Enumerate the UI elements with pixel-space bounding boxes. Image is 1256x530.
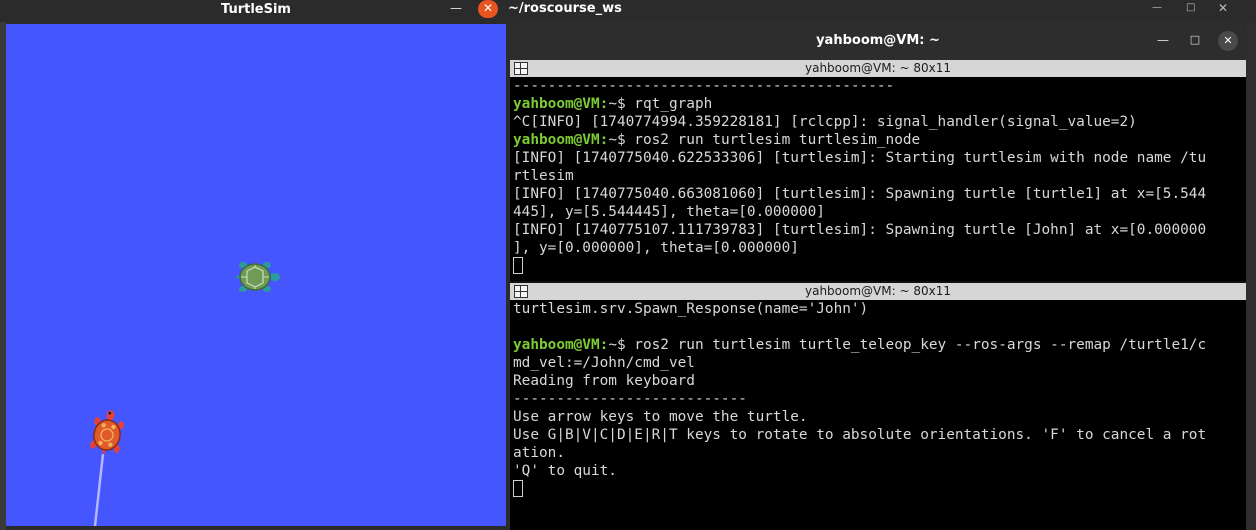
terminal-line: [INFO] [1740775040.663081060] [turtlesim…: [513, 185, 1206, 203]
pane-bottom-title: yahboom@VM: ~ 80x11: [805, 284, 951, 298]
line-text: ~$ ros2 run turtlesim turtlesim_node: [608, 132, 921, 148]
terminal-line: 445], y=[5.544445], theta=[0.000000]: [513, 203, 825, 221]
terminal-line: [INFO] [1740775040.622533306] [turtlesim…: [513, 149, 1206, 167]
shell-prompt: yahboom@VM:: [513, 337, 609, 353]
terminal-line: ], y=[0.000000], theta=[0.000000]: [513, 239, 799, 257]
shell-prompt: yahboom@VM:: [513, 96, 609, 112]
line-text: rtlesim: [513, 168, 574, 184]
line-text: [INFO] [1740775040.663081060] [turtlesim…: [513, 186, 1207, 202]
terminal-line: rtlesim: [513, 167, 574, 185]
turtle-scene: [90, 262, 280, 526]
turtlesim-window: TurtleSim — ✕: [0, 0, 506, 530]
cursor-line[interactable]: [513, 480, 523, 498]
line-text: ~$ ros2 run turtlesim turtle_teleop_key …: [608, 337, 1207, 353]
terminal-line: md_vel:=/John/cmd_vel: [513, 354, 695, 372]
desktop-strip: [1246, 22, 1256, 530]
line-text: 445], y=[5.544445], theta=[0.000000]: [513, 204, 825, 220]
line-text: ~$ rqt_graph: [608, 96, 713, 112]
terminal-line: Reading from keyboard: [513, 372, 695, 390]
workspace-minimize-button[interactable]: —: [1152, 2, 1162, 13]
turtlesim-titlebar[interactable]: TurtleSim — ✕: [0, 0, 506, 22]
terminal-line: turtlesim.srv.Spawn_Response(name='John'…: [513, 300, 868, 318]
terminal-line: [INFO] [1740775107.111739783] [turtlesim…: [513, 221, 1206, 239]
pane-bottom-output[interactable]: turtlesim.srv.Spawn_Response(name='John'…: [510, 300, 1246, 530]
terminal-line: yahboom@VM:~$ rqt_graph: [513, 95, 712, 113]
line-text: Use arrow keys to move the turtle.: [513, 409, 808, 425]
terminal-line: ^C[INFO] [1740774994.359228181] [rclcpp]…: [513, 113, 1137, 131]
line-text: ^C[INFO] [1740774994.359228181] [rclcpp]…: [513, 114, 1137, 130]
workspace-close-button[interactable]: ✕: [1218, 1, 1228, 15]
line-text: Use G|B|V|C|D|E|R|T keys to rotate to ab…: [513, 427, 1207, 443]
terminal-close-button[interactable]: ✕: [1218, 31, 1238, 51]
line-text: ----------------------------------------…: [513, 78, 895, 94]
terminal-line: 'Q' to quit.: [513, 462, 617, 480]
line-text: turtlesim.srv.Spawn_Response(name='John'…: [513, 301, 869, 317]
terminal-line: Use arrow keys to move the turtle.: [513, 408, 808, 426]
workspace-title: ~/roscourse_ws: [508, 1, 622, 16]
terminal-line: ---------------------------: [513, 390, 747, 408]
line-text: [INFO] [1740775107.111739783] [turtlesim…: [513, 222, 1207, 238]
shell-prompt: yahboom@VM:: [513, 132, 609, 148]
minimize-button[interactable]: —: [448, 0, 464, 18]
turtle-red-icon: [90, 410, 124, 455]
line-text: ation.: [513, 445, 565, 461]
cursor-line[interactable]: [513, 257, 523, 275]
turtle-green-icon: [235, 262, 280, 292]
turtle-trail: [93, 453, 105, 526]
close-button[interactable]: ✕: [478, 0, 498, 18]
line-text: 'Q' to quit.: [513, 463, 617, 479]
workspace-maximize-button[interactable]: □: [1186, 2, 1195, 13]
pane-top-titlebar[interactable]: yahboom@VM: ~ 80x11: [510, 60, 1246, 77]
pane-top-title: yahboom@VM: ~ 80x11: [805, 61, 951, 75]
terminal-line: yahboom@VM:~$ ros2 run turtlesim turtles…: [513, 131, 920, 149]
line-text: ], y=[0.000000], theta=[0.000000]: [513, 240, 799, 256]
pane-top-output[interactable]: ----------------------------------------…: [510, 77, 1246, 281]
terminal-cursor: [513, 257, 523, 274]
terminal-maximize-button[interactable]: □: [1186, 32, 1204, 50]
terminal-title: yahboom@VM: ~: [816, 33, 940, 48]
line-text: [INFO] [1740775040.622533306] [turtlesim…: [513, 150, 1207, 166]
pane-bottom-titlebar[interactable]: yahboom@VM: ~ 80x11: [510, 283, 1246, 300]
line-text: Reading from keyboard: [513, 373, 695, 389]
terminal-titlebar[interactable]: yahboom@VM: ~ — □ ✕: [510, 22, 1246, 60]
line-text: md_vel:=/John/cmd_vel: [513, 355, 695, 371]
line-text: ---------------------------: [513, 391, 747, 407]
terminal-cursor: [513, 480, 523, 497]
terminal-line: ation.: [513, 444, 565, 462]
turtlesim-canvas: [6, 24, 506, 526]
terminal-line: yahboom@VM:~$ ros2 run turtlesim turtle_…: [513, 336, 1206, 354]
window-title: TurtleSim: [221, 2, 291, 17]
terminal-line: Use G|B|V|C|D|E|R|T keys to rotate to ab…: [513, 426, 1206, 444]
terminal-line: ----------------------------------------…: [513, 77, 894, 95]
terminal-window: yahboom@VM: ~ — □ ✕ yahboom@VM: ~ 80x11 …: [510, 22, 1246, 530]
terminal-minimize-button[interactable]: —: [1154, 32, 1172, 50]
